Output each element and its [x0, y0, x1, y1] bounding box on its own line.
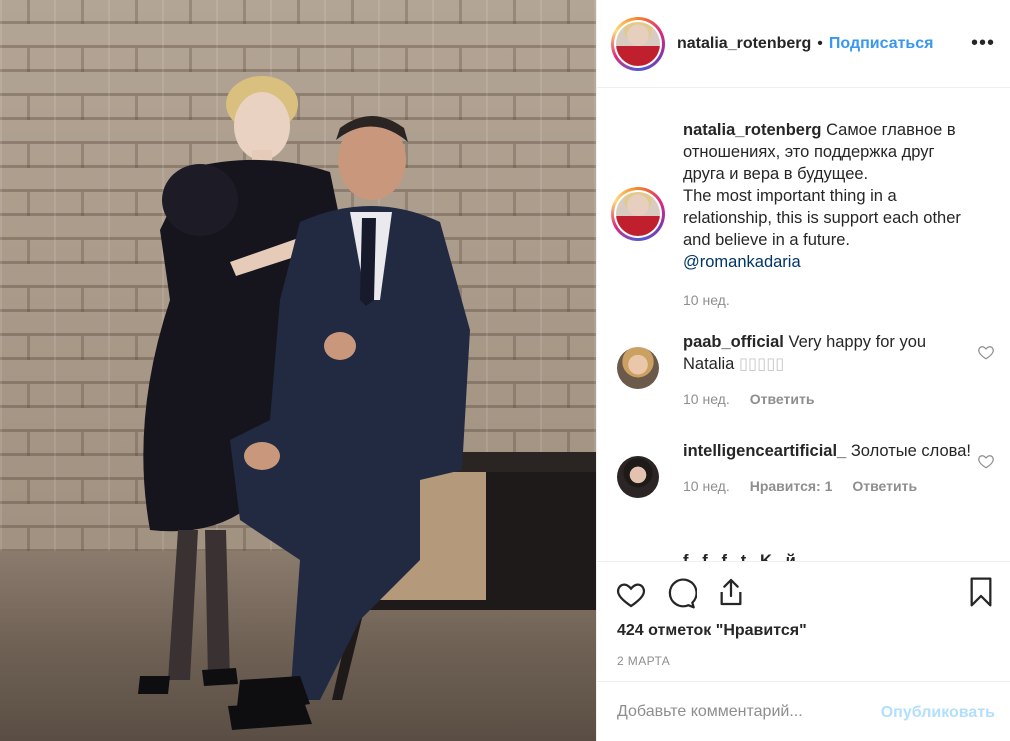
- post-date[interactable]: 2 МАРТА: [617, 654, 670, 668]
- bookmark-icon[interactable]: [965, 576, 997, 608]
- comment-input[interactable]: [617, 700, 867, 724]
- comment-icon[interactable]: [665, 578, 697, 610]
- share-icon[interactable]: [715, 576, 747, 608]
- post-comment-button[interactable]: Опубликовать: [881, 704, 995, 722]
- avatar-ring: [611, 187, 665, 241]
- reply-button[interactable]: Ответить: [750, 388, 815, 410]
- like-comment-heart-icon[interactable]: [977, 452, 995, 470]
- comment-body: paab_official Very happy for you Natalia…: [683, 331, 979, 410]
- comment-partial-text: f...f...f...t...K...й: [683, 552, 796, 561]
- avatar-inner: [614, 190, 662, 238]
- caption-time[interactable]: 10 нед.: [683, 289, 730, 311]
- comment-text: paab_official Very happy for you Natalia…: [683, 331, 979, 375]
- caption-avatar[interactable]: [611, 187, 665, 241]
- comment-text: intelligenceartificial_ Золотые слова!: [683, 440, 979, 462]
- avatar-image: [616, 21, 660, 66]
- comments-list[interactable]: natalia_rotenberg Самое главное в отноше…: [597, 89, 1010, 561]
- comment-meta: 10 нед. Нравится: 1 Ответить: [683, 475, 979, 497]
- avatar-image: [617, 347, 659, 389]
- comment-likes[interactable]: Нравится: 1: [750, 475, 833, 497]
- author-avatar[interactable]: [611, 16, 665, 71]
- comment-time[interactable]: 10 нед.: [683, 475, 730, 497]
- add-comment-bar: Опубликовать: [597, 681, 1010, 741]
- follow-button[interactable]: Подписаться: [829, 35, 934, 53]
- caption-body: natalia_rotenberg Самое главное в отноше…: [683, 119, 979, 311]
- post-header: natalia_rotenberg • Подписаться •••: [597, 0, 1010, 88]
- comment-body: intelligenceartificial_ Золотые слова! 1…: [683, 440, 979, 497]
- author-username[interactable]: natalia_rotenberg: [677, 35, 811, 53]
- caption-username[interactable]: natalia_rotenberg: [683, 121, 821, 139]
- caption-text-en: The most important thing in a relationsh…: [683, 187, 961, 249]
- likes-count[interactable]: 424 отметок "Нравится": [617, 622, 807, 640]
- avatar-inner: [614, 19, 662, 68]
- comment-meta: 10 нед. Ответить: [683, 388, 979, 410]
- reply-button[interactable]: Ответить: [852, 475, 917, 497]
- caption-text: natalia_rotenberg Самое главное в отноше…: [683, 119, 979, 273]
- post-actions: 424 отметок "Нравится" 2 МАРТА: [597, 561, 1010, 681]
- like-comment-heart-icon[interactable]: [977, 343, 995, 361]
- comment-username[interactable]: paab_official: [683, 333, 784, 351]
- emoji-placeholder: ▯▯▯▯▯: [738, 355, 785, 373]
- avatar-image: [616, 192, 660, 236]
- comment-time[interactable]: 10 нед.: [683, 388, 730, 410]
- post-sidebar: natalia_rotenberg • Подписаться ••• nata…: [596, 0, 1010, 741]
- comment-avatar[interactable]: [611, 450, 665, 504]
- more-horizontal-icon[interactable]: •••: [971, 33, 995, 53]
- avatar-image: [617, 456, 659, 498]
- post-photo[interactable]: [0, 0, 596, 741]
- caption-mention[interactable]: @romankadaria: [683, 253, 801, 271]
- comment-avatar[interactable]: [611, 341, 665, 395]
- header-separator: •: [817, 34, 823, 52]
- caption-meta: 10 нед.: [683, 289, 979, 311]
- couple-illustration: [138, 76, 596, 730]
- heart-icon[interactable]: [615, 578, 647, 610]
- comment-username[interactable]: intelligenceartificial_: [683, 442, 846, 460]
- comment-text-content: Золотые слова!: [850, 442, 971, 460]
